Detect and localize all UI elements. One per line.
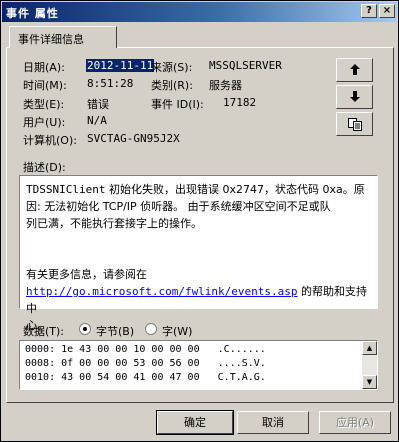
- tab-event-details[interactable]: 事件详细信息: [9, 26, 117, 48]
- computer-value: SVCTAG-GN95J2X: [87, 132, 180, 145]
- copy-icon: [347, 118, 362, 131]
- data-line: 0008: 0f 00 00 00 53 00 56 00 ....S.V.: [25, 358, 266, 369]
- category-label: 类别(R):: [151, 79, 193, 92]
- cancel-button[interactable]: 取消: [237, 411, 309, 434]
- event-id-label: 事件 ID(I):: [151, 98, 204, 111]
- previous-event-button[interactable]: [336, 58, 373, 82]
- date-value-text: 2012-11-11: [86, 59, 155, 72]
- description-line2: 因: 无法初始化 TCP/IP 侦听器。 由于系统缓冲区空间不足或队: [26, 200, 331, 213]
- bytes-radio-label[interactable]: 字节(B): [96, 323, 134, 339]
- window-title: 事件 属性: [6, 7, 59, 20]
- description-line1-mono: TDSSNIClient: [26, 183, 106, 196]
- apply-button[interactable]: 应用(A): [319, 411, 391, 434]
- data-line: 0000: 1e 43 00 00 10 00 00 00 .C......: [25, 344, 266, 355]
- words-radio[interactable]: [145, 323, 157, 335]
- description-more-info: 有关更多信息，请参阅在: [26, 268, 147, 281]
- next-event-button[interactable]: [336, 85, 373, 109]
- title-bar[interactable]: 事件 属性 ? ×: [2, 2, 397, 22]
- time-value: 8:51:28: [87, 77, 134, 90]
- source-label: 来源(S):: [151, 61, 193, 74]
- arrow-down-icon: [349, 91, 360, 102]
- close-button[interactable]: ×: [379, 4, 395, 18]
- description-line1-rest: 初始化失败，出现错误 0x2747，状态代码 0xa。原: [105, 183, 365, 196]
- tab-label: 事件详细信息: [18, 33, 84, 46]
- category-value: 服务器: [209, 79, 242, 92]
- help-button[interactable]: ?: [361, 4, 377, 18]
- description-last-line: 心。: [26, 319, 48, 332]
- scroll-up-icon[interactable]: ▲: [362, 341, 377, 355]
- user-value: N/A: [87, 114, 107, 127]
- copy-button[interactable]: [336, 112, 373, 136]
- words-radio-label[interactable]: 字(W): [162, 323, 192, 339]
- type-label: 类型(E):: [23, 98, 65, 111]
- bytes-radio[interactable]: [79, 323, 91, 335]
- description-line3: 列已满，不能执行套接字上的操作。: [26, 217, 202, 230]
- help-link[interactable]: http://go.microsoft.com/fwlink/events.as…: [26, 285, 298, 298]
- event-id-value: 17182: [223, 96, 257, 109]
- scroll-down-icon[interactable]: ▼: [362, 375, 377, 389]
- date-label: 日期(A):: [23, 61, 65, 74]
- source-value: MSSQLSERVER: [209, 59, 282, 72]
- arrow-up-icon: [349, 64, 360, 75]
- data-scrollbar[interactable]: ▲ ▼: [362, 341, 377, 389]
- event-properties-dialog: 事件 属性 ? × 事件详细信息 日期(A): 2012-11-11 来源(S)…: [0, 0, 399, 442]
- type-value: 错误: [87, 98, 109, 111]
- user-label: 用户(U):: [23, 116, 66, 129]
- date-value[interactable]: 2012-11-11: [86, 59, 155, 72]
- description-textbox[interactable]: TDSSNIClient 初始化失败，出现错误 0x2747，状态代码 0xa。…: [19, 175, 378, 332]
- time-label: 时间(M):: [23, 79, 67, 92]
- computer-label: 计算机(O):: [23, 134, 77, 147]
- ok-button[interactable]: 确定: [156, 410, 234, 435]
- data-line: 0010: 43 00 54 00 41 00 47 00 C.T.A.G.: [25, 372, 266, 383]
- data-label: 数据(T):: [23, 325, 65, 338]
- description-label: 描述(D):: [23, 161, 66, 174]
- data-textbox[interactable]: 0000: 1e 43 00 00 10 00 00 00 .C...... 0…: [19, 340, 378, 390]
